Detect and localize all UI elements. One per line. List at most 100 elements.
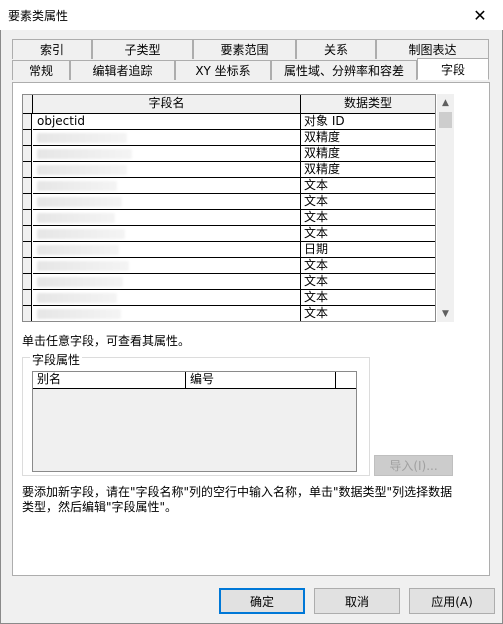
tab-editor-tracking[interactable]: 编辑者追踪	[70, 60, 175, 80]
redacted-text	[37, 149, 132, 159]
header-row-selector	[23, 95, 33, 113]
import-button[interactable]: 导入(I)...	[374, 455, 453, 476]
tab-fields[interactable]: 字段	[417, 58, 489, 80]
data-type-cell[interactable]: 文本	[301, 258, 435, 274]
data-type-cell[interactable]: 文本	[301, 290, 435, 306]
redacted-text	[37, 309, 121, 319]
row-selector[interactable]	[23, 258, 32, 274]
table-row[interactable]: objectid 对象 ID	[23, 114, 435, 130]
tab-xy-coordinate-system[interactable]: XY 坐标系	[175, 60, 271, 80]
redacted-text	[37, 213, 115, 223]
tab-label: 编辑者追踪	[92, 64, 153, 78]
table-row[interactable]: 文本	[23, 258, 435, 274]
field-name-cell[interactable]: objectid	[33, 114, 301, 130]
field-name-cell[interactable]	[33, 258, 301, 274]
table-row[interactable]: 文本	[23, 226, 435, 242]
table-row[interactable]: 文本	[23, 178, 435, 194]
row-selector[interactable]	[23, 178, 32, 194]
data-type-cell[interactable]: 文本	[301, 274, 435, 290]
table-row[interactable]: 文本	[23, 306, 435, 321]
fields-grid-header: 字段名 数据类型	[23, 95, 435, 114]
header-data-type[interactable]: 数据类型	[301, 95, 435, 113]
fields-grid-scrollbar[interactable]: ▲ ▼	[437, 94, 454, 322]
tab-representations[interactable]: 制图表达	[376, 39, 489, 59]
apply-button[interactable]: 应用(A)	[409, 588, 495, 614]
close-icon[interactable]: ✕	[457, 0, 503, 30]
tab-domain-resolution-tolerance[interactable]: 属性域、分辨率和容差	[271, 60, 417, 80]
field-name-cell[interactable]	[33, 290, 301, 306]
field-name-cell[interactable]	[33, 242, 301, 258]
data-type-cell[interactable]: 双精度	[301, 130, 435, 146]
field-name-cell[interactable]	[33, 146, 301, 162]
data-type-cell[interactable]: 对象 ID	[301, 114, 435, 130]
redacted-text	[37, 261, 129, 271]
row-selector[interactable]	[23, 130, 32, 146]
redacted-text	[37, 229, 125, 239]
row-selector[interactable]	[23, 290, 32, 306]
row-selector[interactable]	[23, 162, 32, 178]
window-title: 要素类属性	[8, 9, 69, 23]
table-row[interactable]: 双精度	[23, 130, 435, 146]
fields-grid[interactable]: 字段名 数据类型 objectid 对象 ID 双精度 双精度 双精度 文本 文本 文本 文本日…	[22, 94, 436, 322]
ok-button[interactable]: 确定	[219, 588, 305, 614]
row-selector[interactable]	[23, 306, 32, 321]
field-name-cell[interactable]	[33, 306, 301, 321]
field-name-cell[interactable]	[33, 162, 301, 178]
tab-label: 属性域、分辨率和容差	[283, 64, 404, 78]
data-type-cell[interactable]: 文本	[301, 194, 435, 210]
header-field-name[interactable]: 字段名	[33, 95, 301, 113]
field-name-cell[interactable]	[33, 130, 301, 146]
field-name-cell[interactable]	[33, 210, 301, 226]
row-selector[interactable]	[23, 226, 32, 242]
table-row[interactable]: 日期	[23, 242, 435, 258]
instruction-text: 单击任意字段，可查看其属性。	[22, 334, 191, 348]
row-selector[interactable]	[23, 274, 32, 290]
header-number: 编号	[186, 372, 336, 388]
tab-index[interactable]: 索引	[12, 39, 92, 59]
row-selector[interactable]	[23, 210, 32, 226]
redacted-text	[37, 133, 127, 143]
tab-label: 制图表达	[408, 43, 457, 57]
data-type-cell[interactable]: 文本	[301, 210, 435, 226]
row-selector[interactable]	[23, 194, 32, 210]
header-alias: 别名	[33, 372, 186, 388]
data-type-cell[interactable]: 文本	[301, 306, 435, 321]
tab-label: 字段	[440, 62, 465, 77]
row-selector[interactable]	[23, 146, 32, 162]
add-field-hint: 要添加新字段，请在"字段名称"列的空行中输入名称，单击"数据类型"列选择数据类型…	[22, 485, 453, 514]
tab-label: 索引	[39, 43, 64, 57]
tab-feature-extent[interactable]: 要素范围	[193, 39, 296, 59]
row-selector[interactable]	[23, 242, 32, 258]
redacted-text	[37, 293, 117, 303]
tab-relationships[interactable]: 关系	[296, 39, 376, 59]
data-type-cell[interactable]: 文本	[301, 226, 435, 242]
data-type-cell[interactable]: 文本	[301, 178, 435, 194]
data-type-cell[interactable]: 双精度	[301, 146, 435, 162]
table-row[interactable]: 文本	[23, 210, 435, 226]
field-name-cell[interactable]	[33, 226, 301, 242]
field-properties-header: 别名 编号	[33, 372, 356, 389]
tab-label: XY 坐标系	[195, 64, 251, 78]
title-bar: 要素类属性 ✕	[0, 0, 503, 30]
cancel-button[interactable]: 取消	[314, 588, 400, 614]
table-row[interactable]: 文本	[23, 194, 435, 210]
tab-label: 要素范围	[220, 43, 269, 57]
table-row[interactable]: 文本	[23, 290, 435, 306]
tab-subtypes[interactable]: 子类型	[92, 39, 193, 59]
scroll-down-icon[interactable]: ▼	[437, 305, 454, 322]
table-row[interactable]: 双精度	[23, 146, 435, 162]
field-properties-grid[interactable]: 别名 编号	[32, 371, 357, 472]
tab-general[interactable]: 常规	[12, 60, 70, 80]
scrollbar-thumb[interactable]	[439, 112, 452, 128]
field-name-cell[interactable]	[33, 178, 301, 194]
field-name-cell[interactable]	[33, 194, 301, 210]
tab-label: 关系	[323, 43, 348, 57]
redacted-text	[37, 245, 119, 255]
row-selector[interactable]	[23, 114, 32, 130]
table-row[interactable]: 双精度	[23, 162, 435, 178]
data-type-cell[interactable]: 双精度	[301, 162, 435, 178]
scroll-up-icon[interactable]: ▲	[437, 94, 454, 111]
field-name-cell[interactable]	[33, 274, 301, 290]
table-row[interactable]: 文本	[23, 274, 435, 290]
data-type-cell[interactable]: 日期	[301, 242, 435, 258]
